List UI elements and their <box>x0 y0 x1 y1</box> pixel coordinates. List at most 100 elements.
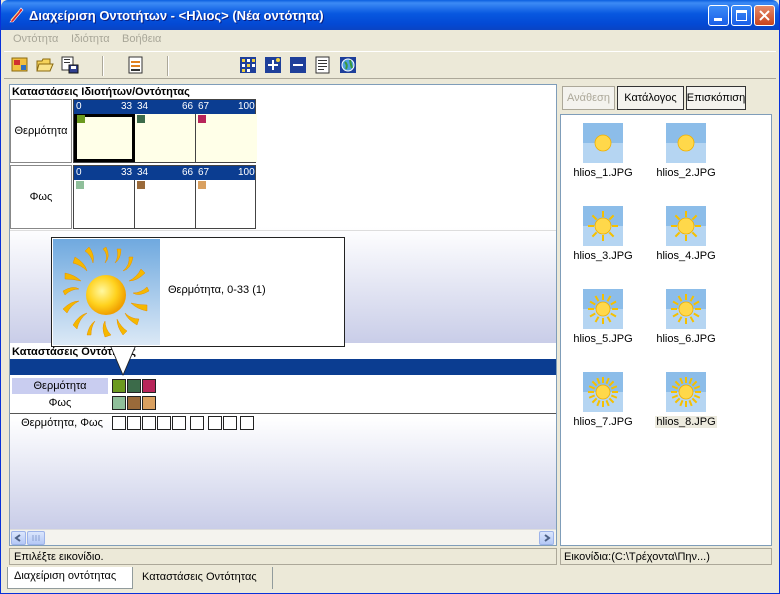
sun-thumbnail-icon <box>666 123 706 163</box>
grid-icon[interactable] <box>239 56 257 74</box>
globe-icon[interactable] <box>339 56 357 74</box>
sun-image <box>53 239 160 345</box>
range-label: 100 <box>238 101 255 112</box>
minimize-button[interactable] <box>708 5 729 26</box>
tooltip-pointer <box>111 346 135 374</box>
state-cell-light-34-66[interactable] <box>135 180 196 228</box>
title-bar[interactable]: Διαχείριση Οντοτήτων - <Ηλιος> (Νέα οντό… <box>1 0 779 30</box>
add-icon[interactable] <box>264 56 282 74</box>
state-color-swatch <box>76 181 84 189</box>
export-icon[interactable] <box>127 56 145 74</box>
horizontal-scrollbar[interactable] <box>10 529 556 545</box>
image-thumbnail[interactable]: hlios_2.JPG <box>646 119 726 189</box>
section-divider <box>10 230 556 231</box>
sun-thumbnail-icon <box>666 206 706 246</box>
image-thumbnail[interactable]: hlios_4.JPG <box>646 202 726 272</box>
scroll-right-button[interactable] <box>539 531 554 545</box>
entity-state-square[interactable] <box>112 416 126 430</box>
catalog-button[interactable]: Κατάλογος <box>617 86 684 110</box>
tab-edge <box>272 567 273 589</box>
entity-state-square[interactable] <box>142 396 156 410</box>
entity-states-section: Καταστάσεις Οντότητας Θερμότητα Φως Θερμ… <box>10 343 556 529</box>
image-filename-text: hlios_5.JPG <box>573 333 633 345</box>
range-label: 66 <box>182 101 194 112</box>
image-filename: hlios_1.JPG <box>563 167 643 179</box>
property-states-title: Καταστάσεις Ιδιοτήτων/Οντότητας <box>12 86 190 98</box>
range-label: 67 <box>198 101 210 112</box>
entity-state-square[interactable] <box>127 379 141 393</box>
state-color-swatch <box>77 115 85 123</box>
image-thumbnail[interactable]: hlios_5.JPG <box>563 285 643 355</box>
save-icon[interactable] <box>61 56 79 74</box>
image-filename: hlios_6.JPG <box>646 333 726 345</box>
image-thumbnail[interactable]: hlios_7.JPG <box>563 368 643 438</box>
sun-thumbnail-icon <box>583 206 623 246</box>
maximize-icon <box>736 10 747 21</box>
minimize-icon <box>714 18 722 21</box>
entity-state-square[interactable] <box>127 416 141 430</box>
image-thumbnail[interactable]: hlios_8.JPG <box>646 368 726 438</box>
app-feather-icon <box>9 7 24 23</box>
menu-bar: Οντότητα Ιδιότητα Βοήθεια <box>4 30 776 50</box>
scroll-left-button[interactable] <box>11 531 26 545</box>
range-label: 66 <box>182 167 194 178</box>
state-color-swatch <box>137 115 145 123</box>
entity-state-square[interactable] <box>223 416 237 430</box>
close-button[interactable] <box>754 5 775 26</box>
range-label: 67 <box>198 167 210 178</box>
entity-state-square[interactable] <box>208 416 222 430</box>
toolbar <box>4 51 776 79</box>
bottom-tabs: Διαχείριση οντότητας Καταστάσεις Οντότητ… <box>4 567 776 591</box>
entity-state-square[interactable] <box>142 416 156 430</box>
entity-state-square[interactable] <box>142 379 156 393</box>
entity-state-square[interactable] <box>172 416 186 430</box>
state-cell-heat-34-66[interactable] <box>135 114 196 162</box>
toolbar-separator <box>102 56 104 76</box>
image-filename-text: hlios_4.JPG <box>656 250 716 262</box>
range-label: 33 <box>121 101 133 112</box>
menu-help[interactable]: Βοήθεια <box>122 33 161 45</box>
state-cell-light-67-100[interactable] <box>196 180 257 228</box>
remove-icon[interactable] <box>289 56 307 74</box>
entity-state-square[interactable] <box>127 396 141 410</box>
preview-button[interactable]: Επισκόπιση <box>686 86 746 110</box>
state-cell-light-0-33[interactable] <box>74 180 135 228</box>
state-cell-heat-67-100[interactable] <box>196 114 257 162</box>
image-filename: hlios_5.JPG <box>563 333 643 345</box>
image-filename-text: hlios_2.JPG <box>656 167 716 179</box>
range-label: 33 <box>121 167 133 178</box>
grip-icon <box>32 535 40 541</box>
range-label: 34 <box>137 167 149 178</box>
property-states-light: 0 33 34 66 67 100 <box>73 165 256 229</box>
state-cell-heat-0-33[interactable] <box>74 114 135 162</box>
menu-entity[interactable]: Οντότητα <box>13 33 58 45</box>
entity-state-square[interactable] <box>157 416 171 430</box>
scroll-thumb[interactable] <box>27 531 45 545</box>
entity-state-square[interactable] <box>240 416 254 430</box>
image-catalog-list[interactable]: hlios_1.JPG hlios_2.JPG hlios_3.JPG hlios_4… <box>560 114 772 546</box>
range-header: 0 33 34 66 67 100 <box>74 100 255 114</box>
image-filename-text: hlios_6.JPG <box>656 333 716 345</box>
image-thumbnail[interactable]: hlios_1.JPG <box>563 119 643 189</box>
document-icon[interactable] <box>314 56 332 74</box>
sun-thumbnail-icon <box>583 372 623 412</box>
range-label: 0 <box>76 167 82 178</box>
tab-entity-states[interactable]: Καταστάσεις Οντότητας <box>136 568 272 590</box>
image-thumbnail[interactable]: hlios_3.JPG <box>563 202 643 272</box>
image-thumbnail[interactable]: hlios_6.JPG <box>646 285 726 355</box>
entity-state-square[interactable] <box>190 416 204 430</box>
state-color-swatch <box>198 115 206 123</box>
tab-entity-management[interactable]: Διαχείριση οντότητας <box>7 567 133 589</box>
states-editor-pane[interactable]: Καταστάσεις Ιδιοτήτων/Οντότητας Θερμότητ… <box>9 84 557 546</box>
entity-states-header-bar <box>10 359 556 375</box>
assign-button[interactable]: Ανάθεση <box>562 86 615 110</box>
image-filename: hlios_4.JPG <box>646 250 726 262</box>
maximize-button[interactable] <box>731 5 752 26</box>
menu-property[interactable]: Ιδιότητα <box>71 33 110 45</box>
entity-state-square[interactable] <box>112 396 126 410</box>
entity-label-light: Φως <box>48 397 72 409</box>
new-icon[interactable] <box>11 56 29 74</box>
entity-state-square[interactable] <box>112 379 126 393</box>
open-icon[interactable] <box>36 56 54 74</box>
image-filename: hlios_8.JPG <box>646 416 726 428</box>
